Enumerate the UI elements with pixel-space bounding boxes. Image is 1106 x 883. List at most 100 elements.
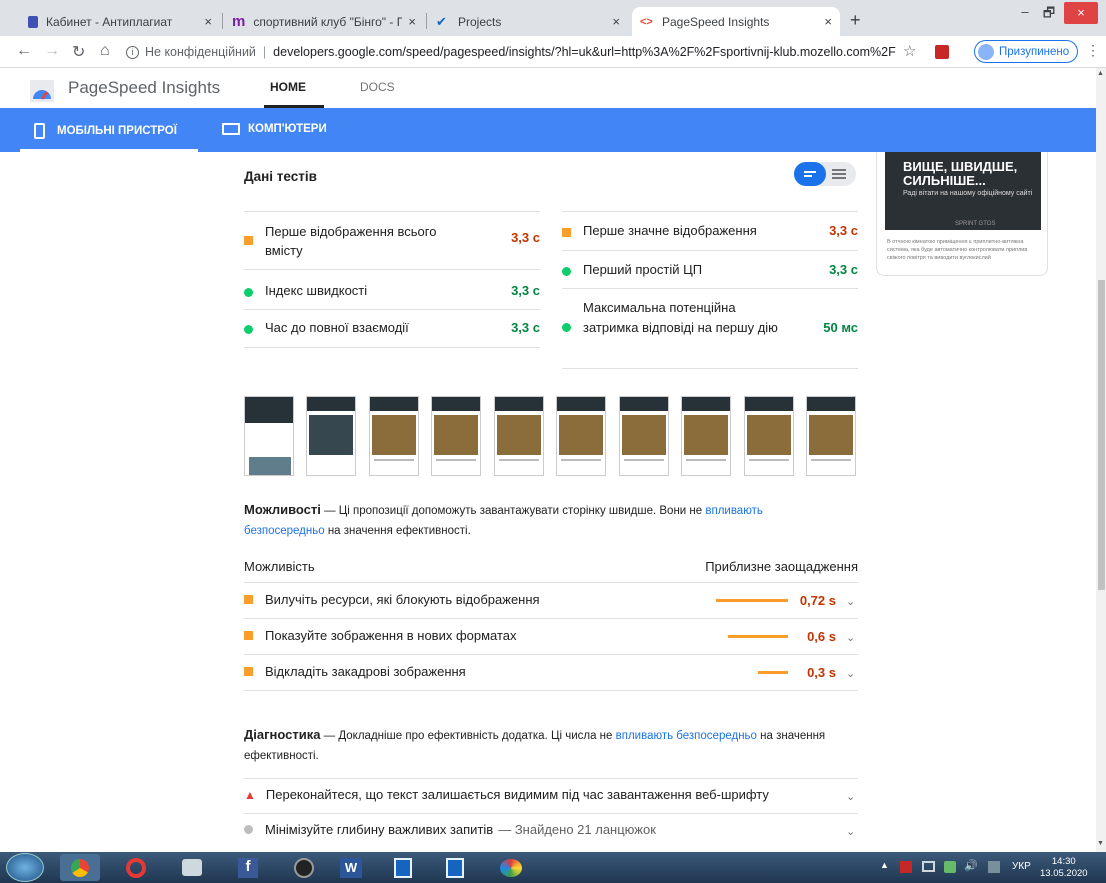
tray-flag-icon[interactable] bbox=[988, 861, 1000, 873]
star-icon[interactable]: ☆ bbox=[903, 42, 916, 60]
clock-date: 13.05.2020 bbox=[1040, 868, 1088, 879]
tab-close-icon[interactable]: × bbox=[824, 14, 832, 29]
filmstrip-frame bbox=[431, 396, 481, 476]
opportunity-item[interactable]: Відкладіть закадрові зображення bbox=[244, 664, 466, 679]
minimize-button[interactable]: – bbox=[1012, 4, 1038, 24]
diagnostics-description: Діагностика — Докладніше про ефективніст… bbox=[244, 725, 844, 766]
keyboard-tray-icon[interactable] bbox=[922, 861, 935, 872]
tab-close-icon[interactable]: × bbox=[612, 14, 620, 29]
menu-kebab-icon[interactable]: ⋮ bbox=[1086, 42, 1100, 59]
browser-toolbar: ← → ↻ ⌂ i Не конфіденційний | developers… bbox=[0, 36, 1106, 68]
preview-headline: ВИЩЕ, ШВИДШЕ, СИЛЬНІШЕ... bbox=[903, 159, 1018, 188]
code-brackets-icon: <> bbox=[640, 15, 653, 28]
volume-icon[interactable]: 🔊 bbox=[964, 859, 978, 872]
tray-expand-icon[interactable]: ▲ bbox=[880, 860, 889, 870]
opportunity-item[interactable]: Вилучіть ресурси, які блокують відображе… bbox=[244, 592, 540, 607]
filmstrip-frame bbox=[744, 396, 794, 476]
metric-label: Перше значне відображення bbox=[583, 223, 757, 238]
language-indicator[interactable]: УКР bbox=[1012, 861, 1031, 872]
tray-app-icon[interactable] bbox=[900, 861, 912, 873]
nav-docs[interactable]: DOCS bbox=[360, 80, 395, 94]
browser-tab-antiplagiat[interactable]: Кабинет - Антиплагиат × bbox=[20, 7, 220, 36]
browser-tab-projects[interactable]: ✔ Projects × bbox=[428, 7, 628, 36]
filmstrip-frame bbox=[681, 396, 731, 476]
opera-taskbar-icon[interactable] bbox=[116, 854, 156, 881]
browser-tab-sport-club[interactable]: m спортивний клуб "Бінго" - Поча × bbox=[224, 7, 424, 36]
divider bbox=[562, 288, 858, 289]
tab-desktop-label: КОМП'ЮТЕРИ bbox=[248, 123, 327, 135]
reload-icon[interactable]: ↻ bbox=[72, 42, 85, 62]
chevron-down-icon[interactable]: ⌄ bbox=[846, 667, 855, 680]
windows-taskbar: f W ▲ 🔊 УКР 14:30 13.05.2020 bbox=[0, 852, 1106, 883]
forward-icon[interactable]: → bbox=[44, 42, 60, 60]
nav-home[interactable]: HOME bbox=[270, 80, 306, 94]
divider bbox=[244, 690, 858, 691]
pdf-extension-icon[interactable] bbox=[935, 45, 949, 59]
filmstrip-frame bbox=[494, 396, 544, 476]
browser-tab-pagespeed[interactable]: <> PageSpeed Insights × bbox=[632, 7, 840, 36]
diagnostic-label: Переконайтеся, що текст залишається види… bbox=[265, 787, 769, 802]
chevron-down-icon[interactable]: ⌄ bbox=[846, 631, 855, 644]
tab-close-icon[interactable]: × bbox=[408, 14, 416, 29]
avatar-icon bbox=[978, 43, 994, 60]
chevron-down-icon[interactable]: ⌄ bbox=[846, 790, 855, 803]
tab-mobile[interactable]: МОБІЛЬНІ ПРИСТРОЇ bbox=[34, 123, 177, 139]
profile-button[interactable]: Призупинено bbox=[974, 40, 1079, 63]
info-icon[interactable]: i bbox=[126, 45, 139, 59]
new-tab-button[interactable]: + bbox=[850, 10, 861, 31]
chevron-down-icon[interactable]: ⌄ bbox=[846, 595, 855, 608]
system-clock[interactable]: 14:30 13.05.2020 bbox=[1040, 856, 1088, 880]
diagnostic-item[interactable]: ▲ Переконайтеся, що текст залишається ви… bbox=[244, 787, 769, 802]
metric-tti: Час до повної взаємодії bbox=[244, 320, 409, 335]
tab-title: спортивний клуб "Бінго" - Поча bbox=[253, 14, 403, 29]
start-button[interactable] bbox=[6, 853, 44, 882]
divider bbox=[244, 618, 858, 619]
warning-square-icon bbox=[244, 236, 253, 245]
paint-taskbar-icon[interactable] bbox=[492, 854, 532, 881]
savings-value: 0,6 s bbox=[807, 629, 836, 644]
page-preview-card: ВИЩЕ, ШВИДШЕ, СИЛЬНІШЕ... Раді вітати на… bbox=[876, 152, 1048, 276]
scroll-up-arrow-icon[interactable]: ▲ bbox=[1097, 70, 1104, 77]
home-icon[interactable]: ⌂ bbox=[100, 42, 110, 60]
toggle-list-icon[interactable] bbox=[832, 169, 846, 179]
close-window-button[interactable]: × bbox=[1064, 2, 1098, 24]
diagnostic-item[interactable]: Мінімізуйте глибину важливих запитів — З… bbox=[244, 822, 656, 837]
diagnostic-extra: — Знайдено 21 ланцюжок bbox=[498, 822, 656, 837]
metric-label: Перше відображення всього вмісту bbox=[265, 224, 437, 258]
toggle-summary-icon[interactable] bbox=[794, 162, 826, 186]
word-taskbar-icon[interactable]: W bbox=[332, 854, 372, 881]
filmstrip-frame bbox=[556, 396, 606, 476]
pass-circle-icon bbox=[244, 288, 253, 297]
scrollbar-thumb[interactable] bbox=[1098, 280, 1105, 590]
address-divider: | bbox=[262, 45, 267, 59]
save-document-taskbar-icon[interactable] bbox=[436, 854, 476, 881]
metric-label: Час до повної взаємодії bbox=[265, 320, 409, 335]
facebook-taskbar-icon[interactable]: f bbox=[228, 854, 268, 881]
divider bbox=[244, 582, 858, 583]
divider bbox=[562, 368, 858, 369]
opportunity-item[interactable]: Показуйте зображення в нових форматах bbox=[244, 628, 517, 643]
divider bbox=[244, 654, 858, 655]
address-bar[interactable]: i Не конфіденційний | developers.google.… bbox=[126, 39, 926, 65]
metric-value: 3,3 с bbox=[829, 262, 858, 277]
tab-desktop[interactable]: КОМП'ЮТЕРИ bbox=[222, 123, 327, 135]
savings-value: 0,72 s bbox=[799, 593, 836, 608]
metric-speed-index: Індекс швидкості bbox=[244, 283, 367, 298]
learn-more-link[interactable]: впливають безпосередньо bbox=[616, 730, 757, 742]
warning-square-icon bbox=[562, 228, 571, 237]
preview-sub: Раді вітати на нашому офіційному сайті bbox=[903, 190, 1033, 197]
maximize-button[interactable]: 🗗 bbox=[1036, 4, 1062, 24]
back-icon[interactable]: ← bbox=[16, 42, 32, 60]
filmstrip-frame bbox=[244, 396, 294, 476]
save-document-taskbar-icon[interactable] bbox=[384, 854, 424, 881]
desc-text: на значення ефективності. bbox=[324, 525, 471, 537]
network-tray-icon[interactable] bbox=[944, 861, 956, 873]
tab-title: Projects bbox=[458, 14, 502, 29]
view-toggle[interactable] bbox=[794, 162, 856, 186]
media-player-taskbar-icon[interactable] bbox=[284, 854, 324, 881]
scroll-down-arrow-icon[interactable]: ▼ bbox=[1097, 840, 1104, 847]
tab-close-icon[interactable]: × bbox=[204, 14, 212, 29]
camera-taskbar-icon[interactable] bbox=[172, 854, 212, 881]
chevron-down-icon[interactable]: ⌄ bbox=[846, 825, 855, 838]
chrome-taskbar-icon[interactable] bbox=[60, 854, 100, 881]
